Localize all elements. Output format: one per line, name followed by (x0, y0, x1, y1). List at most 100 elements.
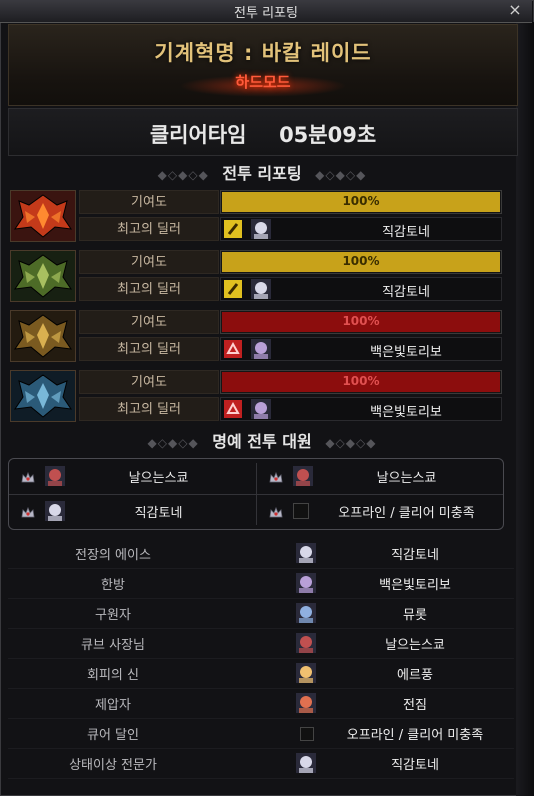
dealer-name: 백은빛토리보 (370, 345, 442, 360)
difficulty-label: 하드모드 (235, 73, 291, 91)
crown-icon (21, 469, 35, 483)
window-title: 전투 리포팅 (234, 6, 298, 21)
award-row: 전장의 에이스 직감토네 (8, 538, 514, 569)
honor-members-panel: 날으는스쿄 날으는스쿄직감토네 오프라인 / 클리어 미충족 (8, 458, 504, 530)
best-dealer[interactable]: 백은빛토리보 (220, 337, 502, 361)
best-dealer-label: 최고의 딜러 (79, 397, 219, 421)
award-winner-name[interactable]: 직감토네 (326, 544, 504, 563)
awards-list: 전장의 에이스 직감토네 한방 백은빛토리보 구원자 뮤롯 큐브 사장님 날으는스쿄 회피의 신… (8, 538, 514, 790)
crown-icon (269, 504, 283, 518)
award-row: 큐브 사장님 날으는스쿄 (8, 628, 514, 659)
award-winner-name: 오프라인 / 클리어 미충족 (346, 728, 484, 743)
report-row: 기여도 100% 최고의 딜러 직감토네 (8, 250, 506, 304)
character-avatar (251, 399, 271, 419)
contribution-label: 기여도 (79, 310, 219, 334)
award-row: 구원자 뮤롯 (8, 598, 514, 629)
close-icon[interactable]: × (506, 0, 524, 20)
clear-time-panel: 클리어타임 05분09초 (8, 108, 518, 156)
award-row: 상태이상 전문가 직감토네 (8, 748, 514, 779)
contribution-value: 100% (342, 194, 380, 208)
red-class-icon (224, 340, 242, 358)
character-avatar (296, 663, 316, 683)
honor-member[interactable]: 날으는스쿄 (257, 459, 502, 493)
award-title: 제압자 (95, 698, 131, 713)
dealer-name: 직감토네 (382, 285, 430, 300)
award-row: 제압자 전짐 (8, 688, 514, 719)
character-avatar (296, 693, 316, 713)
report-row: 기여도 100% 최고의 딜러 백은빛토리보 (8, 370, 506, 424)
award-title: 상태이상 전문가 (69, 758, 157, 773)
contribution-bar: 100% (220, 370, 502, 394)
crown-icon (269, 469, 283, 483)
award-winner-name[interactable]: 에르풍 (326, 664, 504, 683)
blue-dragon-icon (10, 370, 76, 422)
award-title: 한방 (101, 578, 125, 593)
character-avatar (296, 753, 316, 773)
window-titlebar[interactable]: 전투 리포팅 × (0, 0, 532, 23)
contribution-value: 100% (342, 374, 380, 388)
raid-header: 기계혁명 : 바칼 레이드 하드모드 (8, 24, 518, 106)
honor-member-name: 날으는스쿄 (128, 471, 189, 486)
best-dealer-label: 최고의 딜러 (79, 217, 219, 241)
honor-member-name: 날으는스쿄 (376, 471, 437, 486)
red-dragon-icon (10, 190, 76, 242)
contribution-bar: 100% (220, 190, 502, 214)
empty-slot-icon (293, 503, 309, 519)
raid-title: 기계혁명 : 바칼 레이드 (154, 41, 372, 65)
yellow-slash-icon (224, 220, 242, 238)
contribution-label: 기여도 (79, 370, 219, 394)
character-avatar (296, 543, 316, 563)
award-title: 회피의 신 (87, 668, 139, 683)
report-row: 기여도 100% 최고의 딜러 직감토네 (8, 190, 506, 244)
honor-member[interactable]: 날으는스쿄 (9, 459, 254, 493)
award-row: 큐어 달인 오프라인 / 클리어 미충족 (8, 718, 514, 749)
honor-member[interactable]: 직감토네 (9, 494, 254, 528)
dealer-name: 직감토네 (382, 225, 430, 240)
award-winner-name[interactable]: 전짐 (326, 694, 504, 713)
clear-time: 클리어타임 05분09초 (9, 119, 517, 149)
honor-section-title: 명예 전투 대원 (212, 432, 312, 451)
contribution-value: 100% (342, 314, 380, 328)
contribution-label: 기여도 (79, 190, 219, 214)
award-winner-name[interactable]: 백은빛토리보 (326, 574, 504, 593)
empty-slot-icon (300, 727, 314, 741)
clear-time-label: 클리어타임 (149, 123, 247, 147)
best-dealer-label: 최고의 딜러 (79, 277, 219, 301)
award-row: 회피의 신 에르풍 (8, 658, 514, 689)
contribution-label: 기여도 (79, 250, 219, 274)
report-section-header: ◆◇◆◇◆ 전투 리포팅 ◆◇◆◇◆ (157, 164, 367, 183)
character-avatar (296, 633, 316, 653)
award-title: 큐브 사장님 (81, 638, 145, 653)
gold-dragon-icon (10, 310, 76, 362)
honor-member: 오프라인 / 클리어 미충족 (257, 494, 502, 528)
best-dealer[interactable]: 직감토네 (220, 217, 502, 241)
award-winner-name[interactable]: 뮤롯 (326, 604, 504, 623)
red-class-icon (224, 400, 242, 418)
best-dealer[interactable]: 직감토네 (220, 277, 502, 301)
dealer-name: 백은빛토리보 (370, 405, 442, 420)
best-dealer-label: 최고의 딜러 (79, 337, 219, 361)
contribution-value: 100% (342, 254, 380, 268)
character-avatar (293, 466, 313, 486)
character-avatar (45, 501, 65, 521)
award-winner-name[interactable]: 날으는스쿄 (326, 634, 504, 653)
contribution-bar: 100% (220, 310, 502, 334)
award-title: 구원자 (95, 608, 131, 623)
background-strip (516, 22, 534, 796)
honor-section-header: ◆◇◆◇◆ 명예 전투 대원 ◆◇◆◇◆ (147, 432, 377, 451)
award-title: 전장의 에이스 (75, 548, 151, 563)
honor-member-name: 직감토네 (134, 506, 183, 521)
character-avatar (251, 219, 271, 239)
best-dealer[interactable]: 백은빛토리보 (220, 397, 502, 421)
character-avatar (296, 573, 316, 593)
report-row: 기여도 100% 최고의 딜러 백은빛토리보 (8, 310, 506, 364)
honor-member-name: 오프라인 / 클리어 미충족 (338, 506, 475, 521)
crown-icon (21, 504, 35, 518)
yellow-slash-icon (224, 280, 242, 298)
award-winner-name[interactable]: 직감토네 (326, 754, 504, 773)
character-avatar (296, 603, 316, 623)
award-title: 큐어 달인 (87, 728, 139, 743)
green-dragon-icon (10, 250, 76, 302)
award-row: 한방 백은빛토리보 (8, 568, 514, 599)
character-avatar (45, 466, 65, 486)
